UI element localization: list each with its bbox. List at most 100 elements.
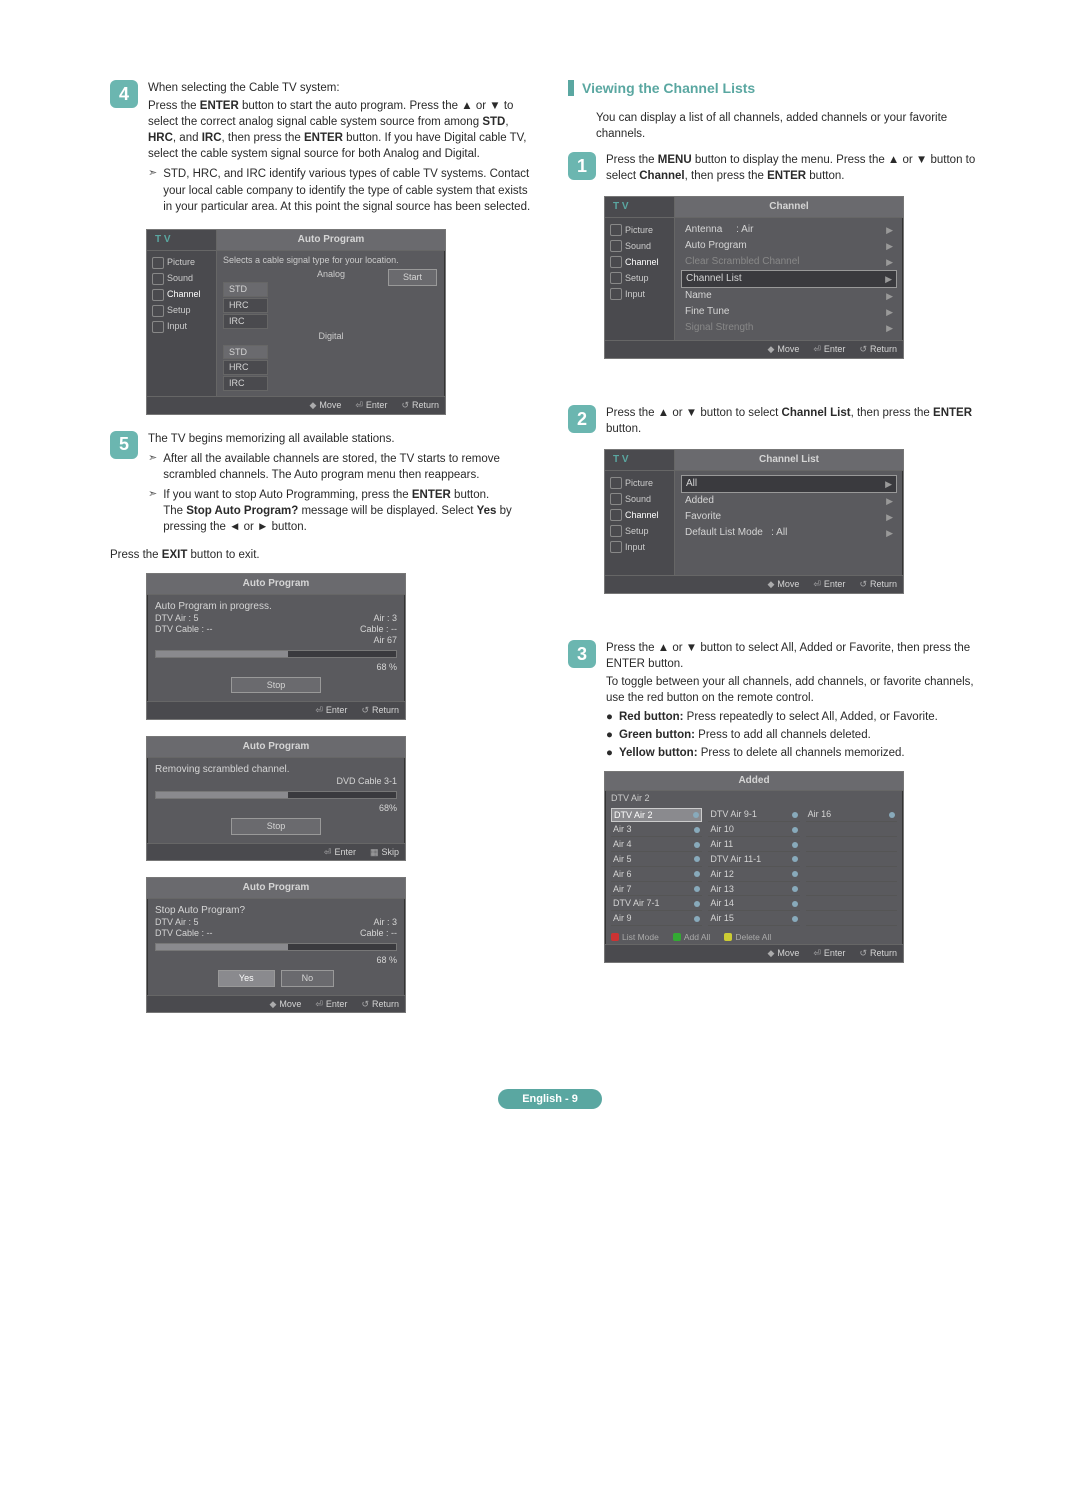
channel-icon <box>610 256 622 268</box>
channel-cell <box>806 838 897 852</box>
picture-icon <box>610 477 622 489</box>
legend-add-all: Add All <box>684 932 710 942</box>
right-column: Viewing the Channel Lists You can displa… <box>568 80 990 1029</box>
text: button. <box>451 489 489 501</box>
text: Press repeatedly to select All, Added, o… <box>683 711 937 723</box>
menu-item[interactable]: Auto Program <box>685 240 747 252</box>
picture-icon <box>152 257 164 269</box>
channel-cell[interactable]: Air 14 <box>708 897 799 911</box>
channel-cell[interactable]: Air 15 <box>708 912 799 926</box>
channel-cell[interactable]: Air 13 <box>708 883 799 897</box>
footer-move: ◆Move <box>767 579 799 590</box>
text: DTV Cable : -- <box>155 928 213 939</box>
sidebar-item: Channel <box>625 510 659 521</box>
channel-cell[interactable]: Air 5 <box>611 853 702 867</box>
text: When selecting the Cable TV system: <box>148 82 340 94</box>
stop-button[interactable]: Stop <box>231 677 321 694</box>
sidebar-item: Input <box>167 321 187 332</box>
sidebar-item: Input <box>625 289 645 300</box>
text: button to display the menu. <box>692 154 833 166</box>
menu-item-selected[interactable]: Channel List <box>686 273 742 285</box>
text: STD, HRC, and IRC identify various types… <box>163 166 532 214</box>
step-3: 3 Press the ▲ or ▼ button to select All,… <box>568 640 990 761</box>
osd-subtitle: DTV Air 2 <box>605 791 903 806</box>
legend-delete-all: Delete All <box>735 932 771 942</box>
step-number: 2 <box>568 405 596 433</box>
stop-button[interactable]: Stop <box>231 818 321 835</box>
footer-enter: ⏎Enter <box>355 400 387 411</box>
channel-cell <box>806 853 897 867</box>
osd-tv-label: T V <box>147 230 217 251</box>
text: Removing scrambled channel. <box>155 764 397 776</box>
setup-icon <box>610 272 622 284</box>
channel-cell[interactable]: Air 6 <box>611 868 702 882</box>
yellow-dot-icon <box>724 933 732 941</box>
menu-item[interactable]: Name <box>685 290 712 302</box>
option-hrc[interactable]: HRC <box>223 360 268 375</box>
channel-cell[interactable]: Air 10 <box>708 823 799 837</box>
page-columns: 4 When selecting the Cable TV system: Pr… <box>110 80 990 1029</box>
step-4-body: When selecting the Cable TV system: Pres… <box>148 80 532 219</box>
menu-item[interactable]: Fine Tune <box>685 306 729 318</box>
text: button. <box>606 423 641 435</box>
option-irc[interactable]: IRC <box>223 376 268 391</box>
label-hrc: HRC <box>148 132 173 144</box>
channel-cell[interactable]: Air 11 <box>708 838 799 852</box>
channel-cell[interactable]: Air 16 <box>806 808 897 823</box>
menu-item[interactable]: Favorite <box>685 511 721 523</box>
footer-return: ↺Return <box>859 579 897 590</box>
text: Press the ▲ or ▼ button to select All, A… <box>606 640 990 672</box>
channel-cell[interactable]: Air 12 <box>708 868 799 882</box>
channel-cell[interactable]: Air 4 <box>611 838 702 852</box>
osd-main: Antenna : Air▶ Auto Program▶ Clear Scram… <box>675 218 903 340</box>
option-irc[interactable]: IRC <box>223 314 268 329</box>
menu-item[interactable]: Added <box>685 495 714 507</box>
channel-cell[interactable]: Air 3 <box>611 823 702 837</box>
osd-tv-label: T V <box>605 197 675 218</box>
channel-cell[interactable]: DTV Air 7-1 <box>611 897 702 911</box>
footer-enter: ⏎Enter <box>813 579 845 590</box>
label-exit: EXIT <box>162 549 188 561</box>
text: button to exit. <box>187 549 259 561</box>
channel-cell <box>806 823 897 837</box>
channel-grid: DTV Air 2DTV Air 9-1Air 16Air 3Air 10Air… <box>605 806 903 930</box>
footer-move: ◆Move <box>309 400 341 411</box>
osd-sidebar: Picture Sound Channel Setup Input <box>605 218 675 340</box>
footer-move: ◆Move <box>767 948 799 959</box>
setup-icon <box>610 525 622 537</box>
menu-item[interactable]: Default List Mode <box>685 527 763 538</box>
yes-button[interactable]: Yes <box>218 970 275 987</box>
footer-enter: ⏎Enter <box>315 999 347 1010</box>
text: Stop Auto Program? <box>155 905 397 917</box>
channel-icon <box>610 509 622 521</box>
option-std[interactable]: STD <box>223 345 268 360</box>
start-button[interactable]: Start <box>388 269 437 286</box>
text: DTV Air : 5 <box>155 613 199 624</box>
text: Press to delete all channels memorized. <box>698 747 905 759</box>
text: , and <box>173 132 202 144</box>
text: button to start the auto program. <box>239 100 407 112</box>
channel-cell[interactable]: DTV Air 9-1 <box>708 808 799 823</box>
channel-cell[interactable]: Air 9 <box>611 912 702 926</box>
osd-title: Auto Program <box>147 574 405 595</box>
channel-cell[interactable]: DTV Air 11-1 <box>708 853 799 867</box>
text: , then press the <box>851 407 933 419</box>
option-hrc[interactable]: HRC <box>223 298 268 313</box>
text: , then press the <box>685 170 767 182</box>
osd-progress: Auto Program Auto Program in progress. D… <box>146 573 406 720</box>
channel-cell[interactable]: Air 7 <box>611 883 702 897</box>
step-number: 4 <box>110 80 138 108</box>
footer-enter: ⏎Enter <box>813 344 845 355</box>
text: button. <box>806 170 844 182</box>
no-button[interactable]: No <box>281 970 335 987</box>
menu-item[interactable]: Antenna <box>685 224 722 235</box>
menu-item-selected[interactable]: All <box>686 478 697 490</box>
option-std[interactable]: STD <box>223 282 268 297</box>
text: After all the available channels are sto… <box>163 451 532 483</box>
arrow-icon: ➣ <box>148 487 157 502</box>
text: Press the ▲ or ▼ button to select <box>606 407 782 419</box>
text: Air : 3 <box>373 613 397 624</box>
step-1-body: Press the MENU button to display the men… <box>606 152 990 186</box>
channel-cell <box>806 897 897 911</box>
channel-cell[interactable]: DTV Air 2 <box>611 808 702 823</box>
